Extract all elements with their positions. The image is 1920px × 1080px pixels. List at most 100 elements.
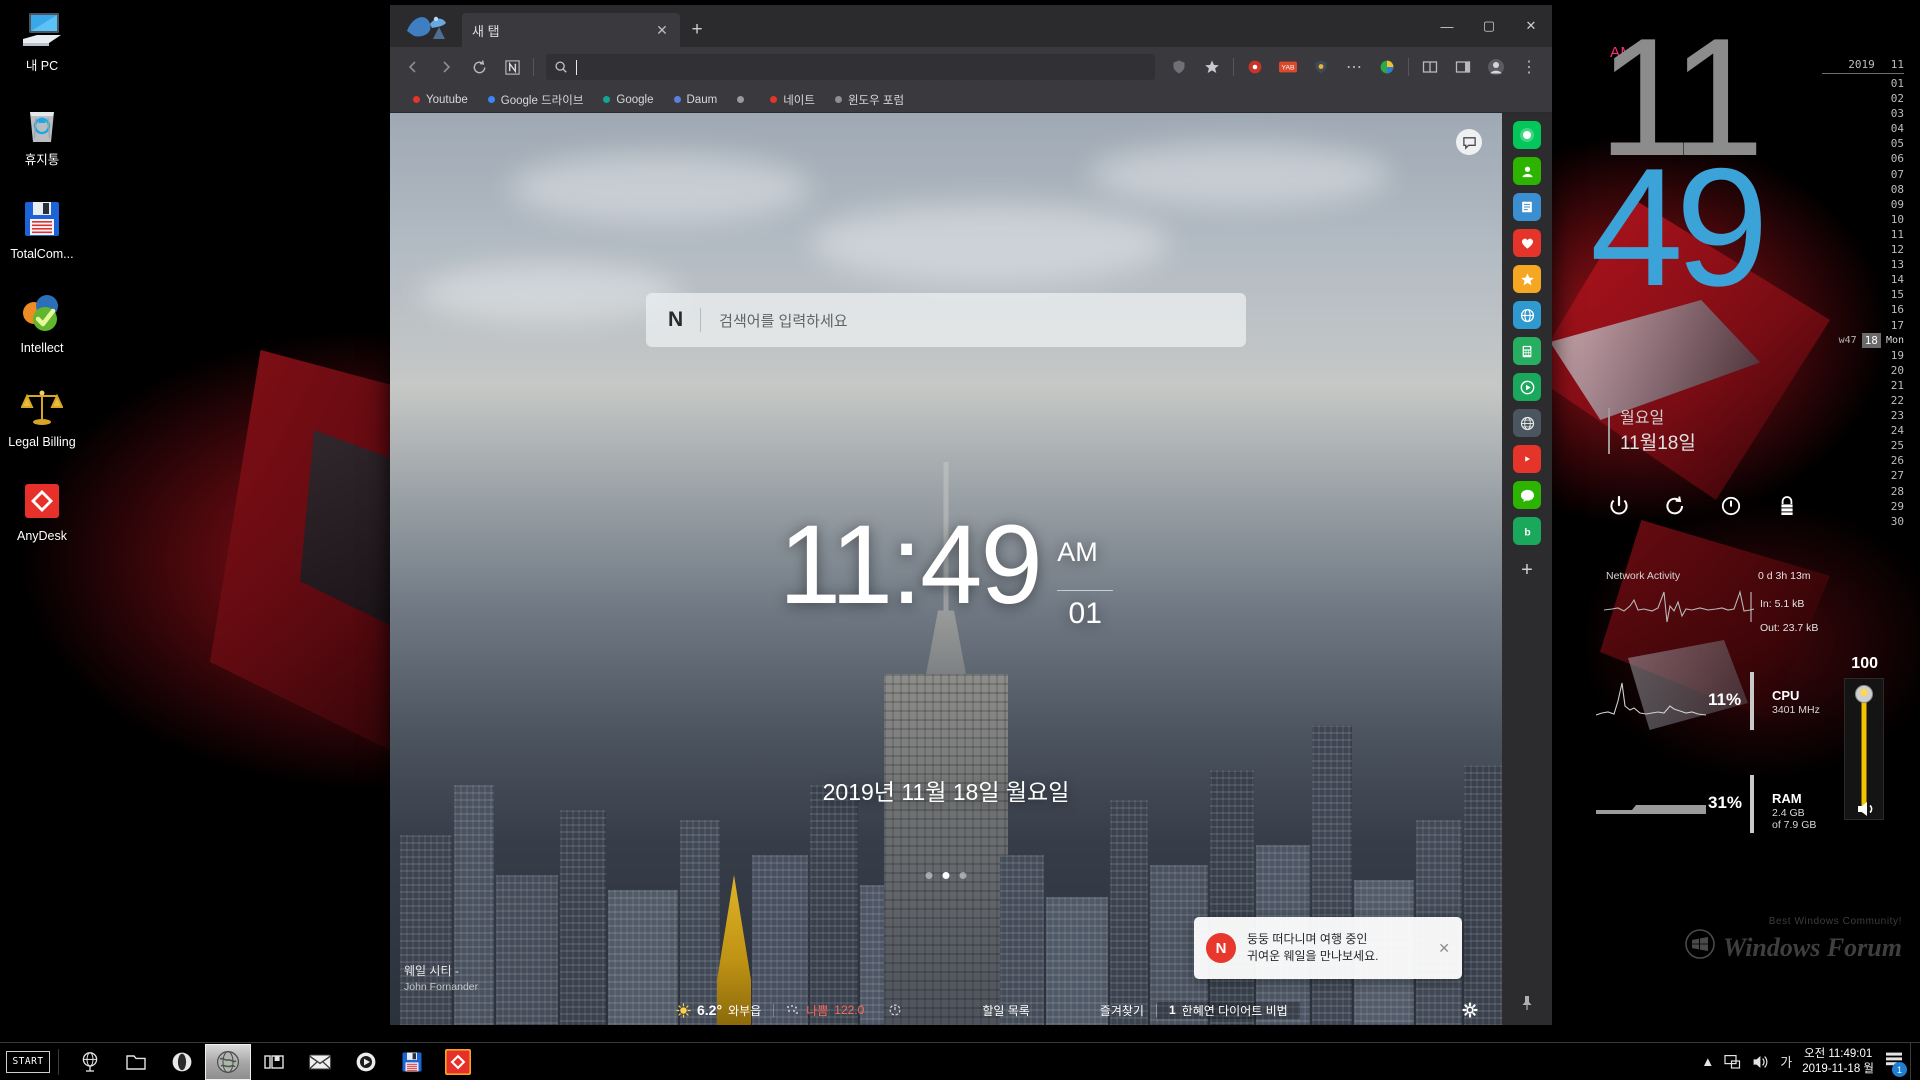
air-quality-widget[interactable]: 나쁨 122.0	[774, 1002, 876, 1019]
chat-bubble-icon[interactable]	[1456, 129, 1482, 155]
browser-tab[interactable]: 새 탭 ✕	[462, 13, 680, 47]
calendar-day-number: 22	[1890, 393, 1904, 407]
trending-keyword[interactable]: 1 한혜연 다이어트 비법	[1156, 1001, 1300, 1019]
taskbar-player-icon[interactable]	[343, 1044, 389, 1080]
desktop-icon-my-pc[interactable]: 내 PC	[0, 6, 84, 74]
start-button[interactable]: START	[6, 1050, 50, 1073]
profile-icon[interactable]	[1481, 52, 1511, 82]
speaker-icon[interactable]	[1856, 800, 1878, 823]
close-window-button[interactable]: ✕	[1510, 5, 1552, 47]
naver-badge-icon[interactable]	[497, 52, 527, 82]
ime-indicator[interactable]: 가	[1780, 1052, 1792, 1071]
taskbar-folder-icon[interactable]	[113, 1044, 159, 1080]
sidebar-item-naver-whale[interactable]	[1513, 121, 1541, 149]
sidebar-item-band[interactable]: b	[1513, 517, 1541, 545]
lock-icon[interactable]	[1776, 495, 1798, 522]
restart-icon[interactable]	[1664, 495, 1686, 522]
desktop-icon-anydesk[interactable]: AnyDesk	[0, 476, 84, 544]
todo-list-button[interactable]: 할일 목록	[970, 1002, 1042, 1019]
trending-rank: 1	[1168, 1003, 1176, 1017]
toast-message: 둥둥 떠다니며 여행 중인 귀여운 웨일을 만나보세요.	[1247, 931, 1427, 965]
sidebar-item-bookmarks[interactable]	[1513, 265, 1541, 293]
taskbar-totalcmd-icon[interactable]	[389, 1044, 435, 1080]
sleep-icon[interactable]	[1720, 495, 1742, 522]
extension-yab-icon[interactable]: YAB	[1273, 52, 1303, 82]
carousel-dot-active[interactable]	[942, 872, 950, 879]
bookmark-item[interactable]	[728, 90, 759, 110]
address-bar[interactable]	[546, 54, 1155, 80]
sidebar-add-button[interactable]: +	[1521, 559, 1533, 582]
back-icon[interactable]	[398, 52, 428, 82]
bookmark-item[interactable]: 네이트	[761, 90, 824, 110]
tray-chevron-icon[interactable]: ▲	[1701, 1054, 1714, 1069]
shield-icon[interactable]	[1164, 52, 1194, 82]
sidebar-item-media-player[interactable]	[1513, 373, 1541, 401]
naver-toast-notification[interactable]: N 둥둥 떠다니며 여행 중인 귀여운 웨일을 만나보세요. ✕	[1194, 917, 1462, 979]
toast-close-icon[interactable]: ✕	[1438, 940, 1450, 957]
sidebar-toggle-icon[interactable]	[1448, 52, 1478, 82]
calendar-day: 30	[1822, 514, 1904, 529]
volume-slider[interactable]	[1844, 678, 1884, 820]
volume-knob[interactable]	[1855, 685, 1873, 703]
bookmark-item[interactable]: Daum	[665, 90, 727, 110]
action-center-icon[interactable]: 1	[1884, 1050, 1907, 1077]
weather-widget[interactable]: 6.2° 와부읍	[664, 1002, 773, 1019]
extension-more-icon[interactable]: ⋯	[1339, 52, 1369, 82]
bookmark-item[interactable]: Google	[594, 90, 662, 110]
sidebar-item-youtube[interactable]	[1513, 445, 1541, 473]
carousel-dots[interactable]	[925, 872, 967, 879]
desktop-screen: 내 PC 휴지통 TotalCom... Intellect Legal Bil…	[0, 0, 1920, 1080]
sidebar-item-globe[interactable]	[1513, 409, 1541, 437]
newtab-settings-button[interactable]	[1450, 1002, 1490, 1018]
extension-shield2-icon[interactable]	[1306, 52, 1336, 82]
new-tab-button[interactable]: +	[680, 13, 714, 47]
calendar-day: 28	[1822, 484, 1904, 499]
split-screen-icon[interactable]	[1415, 52, 1445, 82]
desktop-icon-intellect[interactable]: Intellect	[0, 288, 84, 356]
taskbar-anydesk-icon[interactable]	[435, 1044, 481, 1080]
taskbar-browser-icon[interactable]	[205, 1043, 251, 1080]
volume-value: 100	[1851, 655, 1878, 672]
maximize-button[interactable]: ▢	[1468, 5, 1510, 47]
sidebar-item-shopping[interactable]	[1513, 229, 1541, 257]
network-icon[interactable]	[1724, 1054, 1742, 1070]
sidebar-item-calculator[interactable]	[1513, 337, 1541, 365]
bookmark-item[interactable]: 윈도우 포럼	[826, 90, 913, 110]
browser-menu-icon[interactable]: ⋮	[1514, 52, 1544, 82]
sidebar-item-translate[interactable]	[1513, 301, 1541, 329]
desktop-icon-totalcommander[interactable]: TotalCom...	[0, 194, 84, 262]
shutdown-icon[interactable]	[1608, 495, 1630, 522]
sidebar-item-notes[interactable]	[1513, 193, 1541, 221]
taskbar-globe-icon[interactable]	[67, 1044, 113, 1080]
extension-colorwheel-icon[interactable]	[1372, 52, 1402, 82]
ram-detail: 2.4 GB of 7.9 GB	[1772, 807, 1816, 831]
reload-icon[interactable]	[464, 52, 494, 82]
show-desktop-button[interactable]	[1910, 1042, 1920, 1080]
carousel-dot[interactable]	[959, 872, 967, 879]
extension-red-icon[interactable]	[1240, 52, 1270, 82]
cloud	[810, 203, 1170, 283]
taskbar-explorer-icon[interactable]	[251, 1044, 297, 1080]
desktop-icon-recycle-bin[interactable]: 휴지통	[0, 100, 84, 168]
bookmark-item[interactable]: Google 드라이브	[479, 90, 593, 110]
sidebar-item-messenger[interactable]	[1513, 481, 1541, 509]
taskbar-clock[interactable]: 오전 11:49:01 2019-11-18 월	[1802, 1047, 1874, 1077]
taskbar-mail-icon[interactable]	[297, 1044, 343, 1080]
carousel-dot[interactable]	[925, 872, 933, 879]
naver-search-box[interactable]: N 검색어를 입력하세요	[646, 293, 1246, 347]
taskbar-opera-icon[interactable]	[159, 1044, 205, 1080]
clock-meta: AM 01	[1057, 537, 1114, 631]
pin-icon[interactable]	[1520, 995, 1534, 1015]
calendar-day-of-week: Mon	[1885, 334, 1904, 346]
bookmark-item[interactable]: Youtube	[404, 90, 477, 110]
forward-icon[interactable]	[431, 52, 461, 82]
refresh-button[interactable]	[876, 1003, 914, 1017]
bookmark-star-icon[interactable]	[1197, 52, 1227, 82]
volume-icon[interactable]	[1752, 1054, 1770, 1070]
tab-close-icon[interactable]: ✕	[654, 22, 670, 39]
favorites-button[interactable]: 즐겨찾기	[1088, 1002, 1156, 1019]
sidebar-item-contacts[interactable]	[1513, 157, 1541, 185]
minimize-button[interactable]: —	[1426, 5, 1468, 47]
browser-titlebar[interactable]: 새 탭 ✕ + — ▢ ✕	[390, 5, 1552, 47]
desktop-icon-legal-billing[interactable]: Legal Billing	[0, 382, 84, 450]
